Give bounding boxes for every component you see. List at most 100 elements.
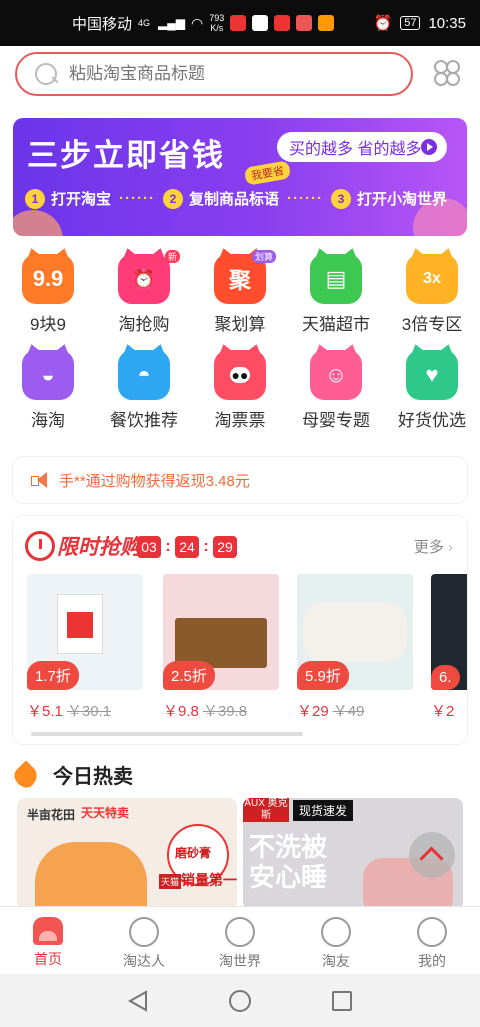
category-item[interactable]: 聚 划算 聚划算 — [192, 250, 288, 335]
category-label: 聚划算 — [214, 315, 266, 334]
banner-slogan[interactable]: 买的越多 省的越多 — [277, 132, 447, 162]
battery-icon: 57 — [400, 16, 421, 30]
product-card[interactable]: 5.9折 ￥29 ￥49 — [297, 574, 413, 721]
category-label: 好货优选 — [398, 411, 466, 430]
product-price: ￥29 ￥49 — [297, 703, 365, 720]
shopping-cart-icon: ♥ — [406, 350, 458, 400]
search-icon — [33, 61, 59, 87]
category-item[interactable]: ♥ 好货优选 — [384, 350, 480, 431]
category-label: 3倍专区 — [401, 315, 463, 334]
step-divider: ······ — [287, 190, 323, 207]
more-link[interactable]: 更多 › — [414, 536, 453, 557]
countdown-seconds: 29 — [213, 536, 237, 558]
product-card[interactable]: 1.7折 ￥5.1 ￥30.1 — [27, 574, 143, 721]
clock-icon — [25, 531, 55, 561]
category-menu-icon[interactable] — [432, 58, 462, 88]
wifi-icon: ◠ — [191, 14, 204, 31]
tab-world[interactable]: 淘世界 — [192, 907, 288, 974]
flash-sale-icon: ⏰ — [118, 254, 170, 304]
product-image: 2.5折 — [163, 574, 279, 690]
promo-banner[interactable]: 三步立即省钱 我要省 买的越多 省的越多 1 打开淘宝 ······ 2 复制商… — [13, 118, 467, 236]
category-item[interactable]: ☺ 母婴专题 — [288, 350, 384, 431]
category-label: 餐饮推荐 — [110, 411, 178, 430]
category-item[interactable]: ●● 淘票票 — [192, 350, 288, 431]
category-item[interactable]: ⏰ 新 淘抢购 — [96, 250, 192, 335]
search-box[interactable] — [15, 52, 413, 96]
cashback-notice[interactable]: 手**通过购物获得返现3.48元 — [13, 457, 467, 503]
hot-product-card[interactable]: 半亩花田 天天特卖 磨砂膏 天猫 销量第一 — [17, 798, 237, 910]
deal-badge: 划算 — [251, 250, 276, 263]
flame-icon — [13, 761, 39, 789]
recent-apps-icon[interactable] — [332, 991, 352, 1011]
discount-badge: 6. — [431, 665, 460, 690]
friends-icon — [321, 917, 351, 947]
flash-sale-section: 限时抢购 03 : 24 : 29 更多 › 1.7折 ￥5.1 ￥30.1 2… — [13, 516, 467, 744]
expert-icon — [129, 917, 159, 947]
tab-profile[interactable]: 我的 — [384, 907, 480, 974]
network-type: 4G — [138, 18, 151, 28]
play-icon — [421, 139, 437, 155]
product-card[interactable]: 6. ￥2 — [431, 574, 467, 721]
discount-badge: 1.7折 — [27, 661, 79, 690]
notification-app-icon — [230, 15, 247, 31]
dining-cloche-icon: ◓ — [118, 350, 170, 400]
new-badge: 新 — [164, 250, 180, 263]
category-item[interactable]: ▤ 天猫超市 — [288, 254, 384, 335]
product-image: 6. — [431, 574, 467, 690]
speaker-icon — [31, 471, 51, 489]
tab-friends[interactable]: 淘友 — [288, 907, 384, 974]
back-icon[interactable] — [128, 990, 148, 1012]
step-label: 复制商品标语 — [189, 191, 280, 208]
step-number: 1 — [25, 188, 45, 209]
step-number: 3 — [331, 188, 351, 209]
search-input[interactable] — [69, 64, 369, 84]
headline-1: 不洗被 — [249, 832, 328, 862]
net-speed: 793 K/s — [209, 13, 225, 33]
flash-product-list[interactable]: 1.7折 ￥5.1 ￥30.1 2.5折 ￥9.8 ￥39.8 5.9折 ￥29 ￥4… — [27, 574, 467, 724]
home-content: 三步立即省钱 我要省 买的越多 省的越多 1 打开淘宝 ······ 2 复制商… — [0, 104, 480, 910]
notification-app-icon-4 — [318, 15, 335, 31]
step-number: 2 — [163, 188, 183, 209]
category-label: 海淘 — [31, 411, 65, 430]
discount-badge: 2.5折 — [163, 661, 215, 690]
step-label: 打开淘宝 — [51, 191, 112, 208]
home-circle-icon[interactable] — [229, 990, 251, 1012]
step-label: 打开小淘世界 — [357, 191, 448, 208]
hot-sale-header: 今日热卖 — [13, 760, 133, 789]
product-price: ￥9.8 ￥39.8 — [163, 703, 248, 720]
nine-nine-icon: 9.9 — [22, 254, 74, 304]
movie-glasses-icon: ●● — [214, 350, 266, 400]
countdown-minutes: 24 — [175, 536, 199, 558]
promo-tag: 天天特卖 — [81, 806, 130, 820]
tab-home[interactable]: 首页 — [0, 907, 96, 974]
product-price: ￥2 — [431, 703, 455, 720]
flash-sale-logo: 限时抢购 — [25, 528, 141, 564]
brand-logo: AUX 奥克斯 — [243, 798, 289, 822]
category-item[interactable]: ◒ 海淘 — [0, 350, 96, 431]
category-label: 天猫超市 — [302, 315, 370, 334]
quilt-graphic — [303, 602, 407, 662]
search-header — [0, 46, 480, 104]
countdown-hours: 03 — [137, 536, 161, 558]
alarm-icon: ⏰ — [373, 15, 393, 32]
step-divider: ······ — [119, 190, 155, 207]
baby-icon: ☺ — [310, 350, 362, 400]
product-price: ￥5.1 ￥30.1 — [27, 703, 112, 720]
supermarket-icon: ▤ — [310, 254, 362, 304]
sales-rank-label: 销量第一 — [181, 872, 237, 888]
category-item[interactable]: 3x 3倍专区 — [384, 254, 480, 335]
category-label: 母婴专题 — [302, 411, 370, 430]
category-item[interactable]: ◓ 餐饮推荐 — [96, 350, 192, 431]
scroll-to-top-button[interactable] — [409, 832, 455, 878]
triple-zone-icon: 3x — [406, 254, 458, 304]
category-item[interactable]: 9.9 9块9 — [0, 254, 96, 335]
banner-decoration — [13, 210, 63, 236]
banner-title: 三步立即省钱 — [27, 138, 225, 173]
headline-2: 安心睡 — [249, 862, 328, 892]
horizontal-scrollbar[interactable] — [31, 732, 303, 736]
product-card[interactable]: 2.5折 ￥9.8 ￥39.8 — [163, 574, 279, 721]
carrier-label: 中国移动 — [72, 15, 133, 33]
tab-expert[interactable]: 淘达人 — [96, 907, 192, 974]
product-name: 磨砂膏 — [175, 846, 212, 860]
profile-icon — [417, 917, 447, 947]
